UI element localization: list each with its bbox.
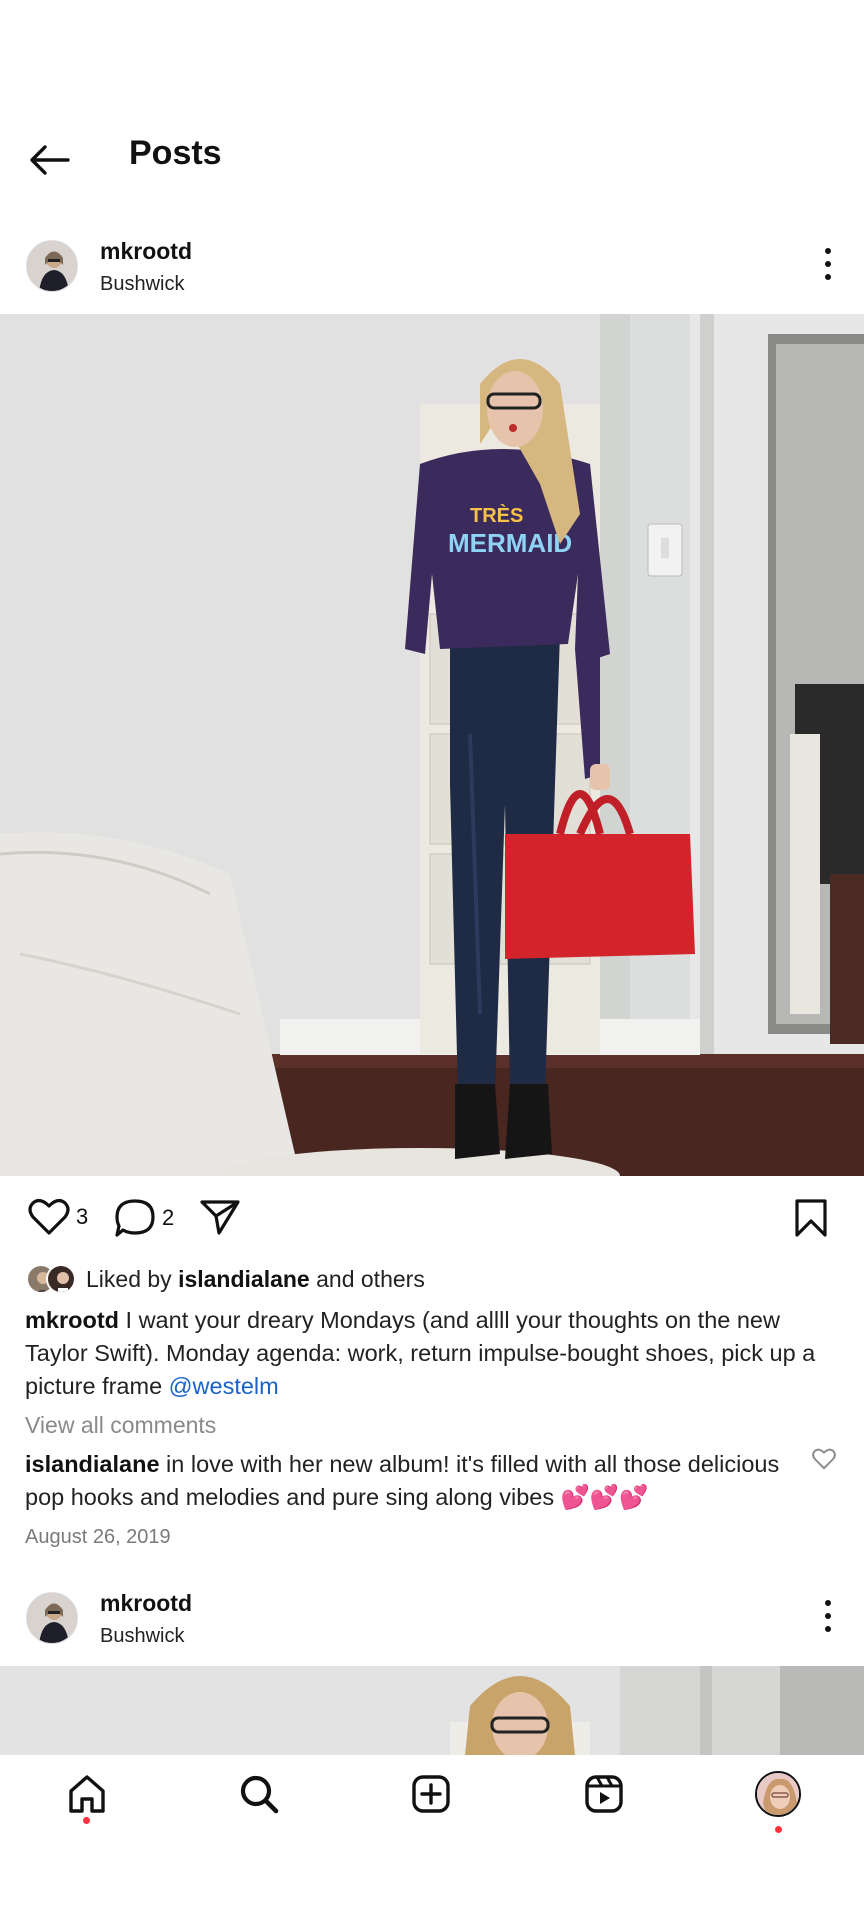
post-date: August 26, 2019 <box>25 1526 171 1548</box>
top-comment: islandialane in love with her new album!… <box>25 1451 780 1510</box>
avatar[interactable] <box>26 1592 78 1644</box>
notification-dot <box>775 1826 782 1833</box>
send-icon <box>200 1200 240 1235</box>
back-button[interactable] <box>26 136 74 184</box>
heart-icon <box>28 1199 70 1235</box>
share-button[interactable] <box>199 1198 241 1236</box>
nav-home[interactable] <box>62 1769 112 1819</box>
avatar[interactable] <box>26 240 78 292</box>
page-title: Posts <box>129 134 222 172</box>
heart-icon <box>812 1448 836 1470</box>
caption-username[interactable]: mkrootd <box>25 1307 119 1333</box>
create-icon <box>412 1775 450 1813</box>
comment-username[interactable]: islandialane <box>25 1451 160 1477</box>
username[interactable]: mkrootd <box>100 238 192 265</box>
liked-by-user[interactable]: islandialane <box>178 1266 310 1292</box>
nav-search[interactable] <box>234 1769 284 1819</box>
nav-profile[interactable] <box>753 1769 803 1819</box>
status-bar <box>0 0 864 110</box>
username[interactable]: mkrootd <box>100 1590 192 1617</box>
system-navigation-area <box>0 1833 864 1920</box>
post-image[interactable] <box>0 1666 864 1755</box>
caption-mention[interactable]: @westelm <box>169 1373 279 1399</box>
location[interactable]: Bushwick <box>100 273 184 296</box>
sweater-text-2: MERMAID <box>448 528 572 558</box>
home-icon <box>69 1775 105 1813</box>
top-bar: Posts <box>0 110 864 200</box>
comment-like-button[interactable] <box>812 1448 836 1475</box>
save-button[interactable] <box>794 1198 828 1238</box>
comment-icon <box>115 1199 155 1237</box>
liked-by-row[interactable]: Liked by islandialane and others <box>26 1262 425 1296</box>
post-caption: mkrootd I want your dreary Mondays (and … <box>25 1307 816 1399</box>
location[interactable]: Bushwick <box>100 1625 184 1648</box>
comments-count: 2 <box>162 1205 175 1230</box>
search-icon <box>240 1775 279 1814</box>
view-all-comments-link[interactable]: View all comments <box>25 1412 216 1439</box>
more-options-button[interactable] <box>818 1596 838 1636</box>
post-header: mkrootd Bushwick <box>0 228 864 308</box>
sweater-text-1: TRÈS <box>470 504 523 527</box>
bottom-navigation <box>0 1755 864 1833</box>
comment-button[interactable]: 2 <box>114 1198 174 1238</box>
notification-dot <box>83 1817 90 1824</box>
nav-reels[interactable] <box>579 1769 629 1819</box>
like-button[interactable]: 3 <box>28 1198 88 1236</box>
arrow-left-icon <box>30 145 70 175</box>
nav-create[interactable] <box>406 1769 456 1819</box>
post-image[interactable]: TRÈS MERMAID <box>0 314 864 1176</box>
liker-avatar <box>46 1264 76 1294</box>
post-actions: 3 2 <box>0 1190 864 1246</box>
reels-icon <box>585 1775 623 1813</box>
bookmark-icon <box>795 1199 827 1237</box>
profile-avatar <box>755 1771 801 1817</box>
post-header: mkrootd Bushwick <box>0 1580 864 1660</box>
likes-count: 3 <box>76 1204 89 1229</box>
liked-by-text: Liked by islandialane and others <box>86 1265 425 1292</box>
more-options-button[interactable] <box>818 244 838 284</box>
